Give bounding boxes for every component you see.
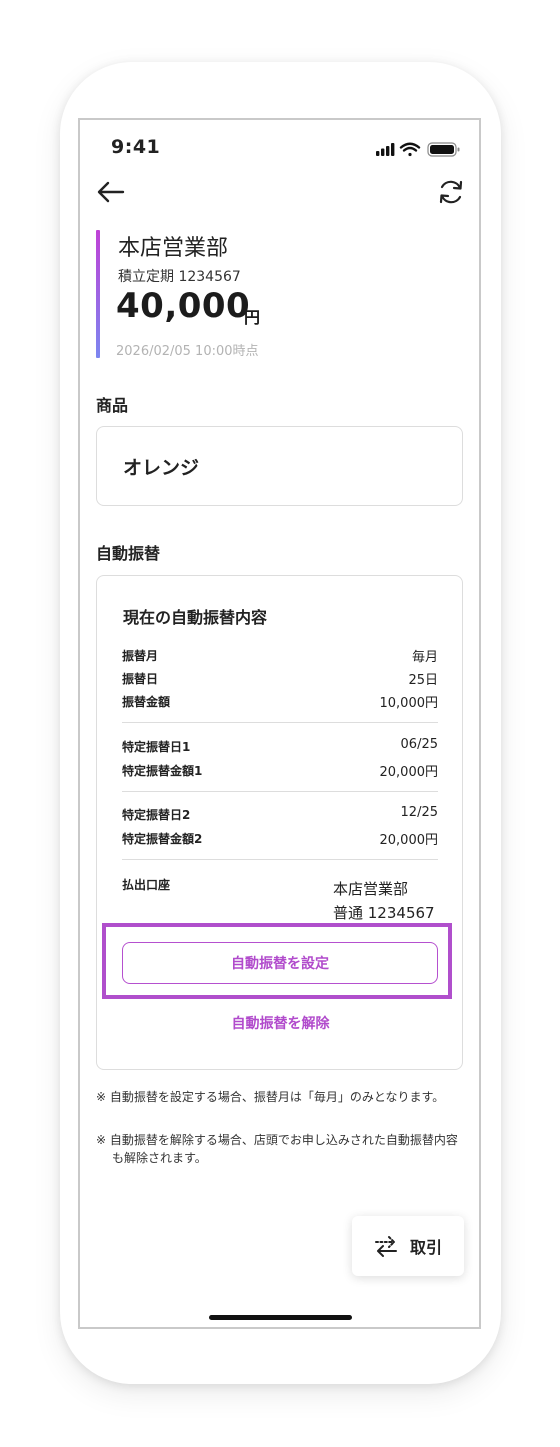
transfer-day-label: 振替日 xyxy=(122,672,159,686)
transfer-amount-label: 振替金額 xyxy=(122,695,171,709)
withdrawal-account-number: 普通 1234567 xyxy=(333,904,435,922)
product-section-title: 商品 xyxy=(96,396,129,415)
transfer-month-label: 振替月 xyxy=(122,649,159,663)
divider xyxy=(122,791,438,792)
battery-icon xyxy=(427,142,460,157)
status-bar-icons xyxy=(374,140,464,160)
branch-name: 本店営業部 xyxy=(118,236,229,261)
specific-transfer-amount-1-label: 特定振替金額1 xyxy=(122,764,203,778)
product-card: オレンジ xyxy=(96,426,463,506)
transfer-amount-value: 10,000円 xyxy=(379,696,439,711)
auto-transfer-heading: 現在の自動振替内容 xyxy=(123,608,268,627)
auto-transfer-card: 現在の自動振替内容 振替月 毎月 振替日 25日 振替金額 10,000円 特定… xyxy=(96,575,463,1070)
transaction-button[interactable]: 取引 xyxy=(352,1216,464,1276)
withdrawal-account-label: 払出口座 xyxy=(122,878,171,892)
arrow-left-icon xyxy=(97,181,125,203)
home-indicator xyxy=(209,1315,352,1320)
specific-transfer-amount-2-label: 特定振替金額2 xyxy=(122,832,203,846)
back-button[interactable] xyxy=(96,178,126,206)
specific-transfer-day-1-label: 特定振替日1 xyxy=(122,740,191,754)
cellular-signal-icon xyxy=(376,143,395,156)
specific-transfer-amount-1-value: 20,000円 xyxy=(379,765,439,780)
transfer-month-value: 毎月 xyxy=(411,650,438,665)
app-screen: 9:41 本店営業部 積立定期 1234567 40,000 円 2026/02… xyxy=(78,118,481,1329)
refresh-icon xyxy=(439,180,463,204)
transaction-button-label: 取引 xyxy=(409,1238,442,1257)
specific-transfer-day-2-value: 12/25 xyxy=(400,805,438,820)
accent-bar xyxy=(96,230,100,358)
note-cancel-auto-transfer: ※ 自動振替を解除する場合、店頭でお申し込みされた自動振替内容も解除されます。 xyxy=(96,1133,458,1165)
divider xyxy=(122,859,438,860)
divider xyxy=(122,722,438,723)
withdrawal-account-branch: 本店営業部 xyxy=(333,880,409,898)
refresh-button[interactable] xyxy=(436,176,466,208)
account-summary: 本店営業部 積立定期 1234567 40,000 円 2026/02/05 1… xyxy=(96,230,416,360)
balance-timestamp: 2026/02/05 10:00時点 xyxy=(116,344,259,359)
set-auto-transfer-button[interactable]: 自動振替を設定 xyxy=(122,942,438,984)
cancel-auto-transfer-link[interactable]: 自動振替を解除 xyxy=(97,1013,464,1033)
transfer-arrows-icon xyxy=(374,1236,397,1257)
specific-transfer-day-2-label: 特定振替日2 xyxy=(122,808,191,822)
wifi-icon xyxy=(399,142,421,157)
account-number: 積立定期 1234567 xyxy=(118,269,241,285)
product-name: オレンジ xyxy=(123,457,200,479)
balance-amount: 40,000 xyxy=(116,286,251,326)
specific-transfer-amount-2-value: 20,000円 xyxy=(379,833,439,848)
transfer-day-value: 25日 xyxy=(408,673,438,688)
auto-transfer-section-title: 自動振替 xyxy=(96,544,161,563)
specific-transfer-day-1-value: 06/25 xyxy=(400,737,438,752)
note-set-auto-transfer: ※ 自動振替を設定する場合、振替月は「毎月」のみとなります。 xyxy=(96,1090,445,1104)
status-bar-time: 9:41 xyxy=(111,136,161,158)
balance-unit: 円 xyxy=(244,308,261,327)
